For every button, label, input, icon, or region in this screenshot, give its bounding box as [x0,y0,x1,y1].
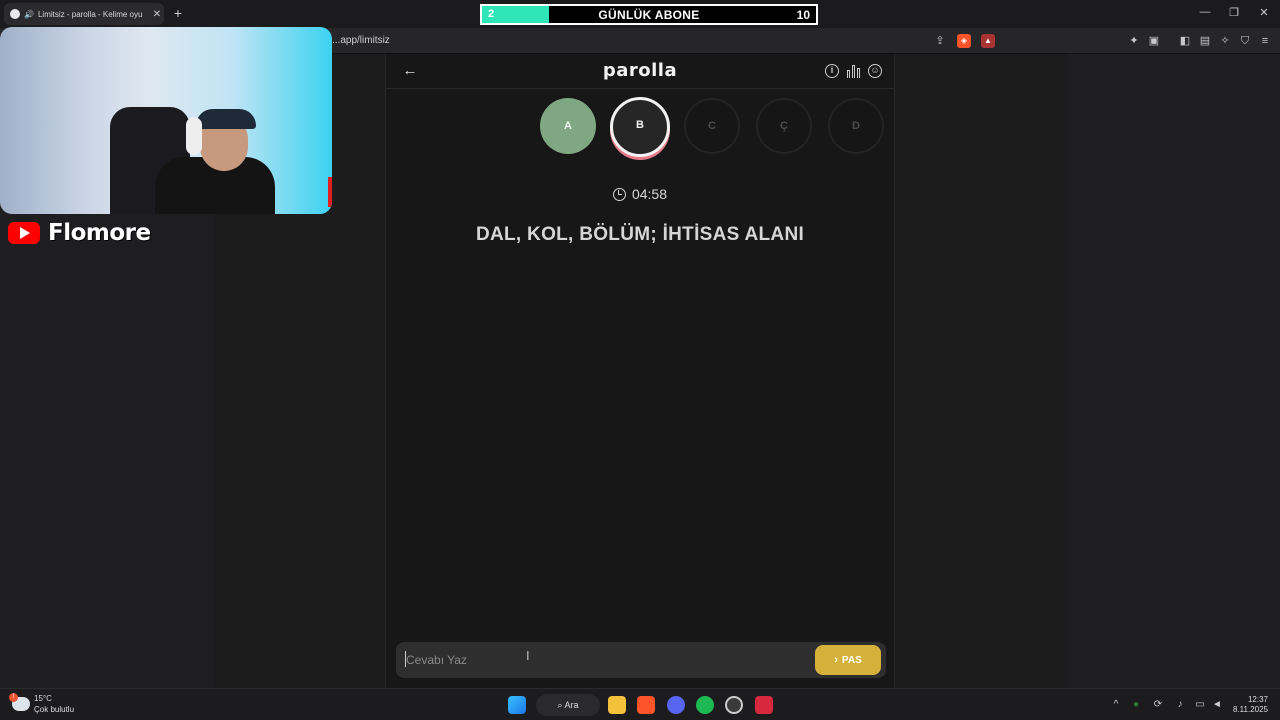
letter-active-circle: B [610,97,670,157]
app-icon[interactable] [755,696,773,714]
minimize-icon[interactable]: — [1197,6,1213,18]
channel-name: Flomore [48,220,151,246]
parolla-app: ← parolla i ☺ ABCÇD 04:58 DAL, KOL, BÖLÜ… [385,54,895,688]
stats-icon[interactable] [847,64,861,78]
background-light [328,177,332,207]
answer-input[interactable] [406,650,806,670]
microphone-icon[interactable]: ♪ [1174,699,1186,711]
letter-pending-circle: Ç [756,98,812,154]
volume-icon[interactable]: ◄ [1211,699,1223,711]
subscriber-label: GÜNLÜK ABONE [598,8,700,22]
spotify-icon[interactable] [696,696,714,714]
weather-widget[interactable]: ! 15°C Çok bulutlu [9,693,75,715]
chevron-right-icon: › [834,654,838,666]
search-label: Ara [564,700,579,710]
subscriber-goal-bar: 2 GÜNLÜK ABONE 10 [480,4,818,25]
vpn-icon[interactable]: ⛉ [1238,34,1252,48]
time: 12:37 [1247,695,1268,704]
taskbar-search[interactable]: ⌕ Ara [536,694,600,716]
headset [186,117,202,155]
app-title: parolla [602,60,678,81]
file-explorer-icon[interactable] [608,696,626,714]
brave-rewards-icon[interactable]: ▲ [981,34,995,48]
browser-tab-bar: 🔊 Limitsiz - parolla - Kelime oyu ✕ + 2 … [0,0,1280,28]
close-window-icon[interactable]: ✕ [1256,6,1272,19]
pass-label: PAS [841,655,862,666]
letter-done-circle: A [540,98,596,154]
discord-icon[interactable] [667,696,685,714]
timer-value: 04:58 [631,186,668,202]
streamer-cap [196,109,256,129]
leo-ai-icon[interactable]: ✧ [1218,34,1232,48]
pass-button[interactable]: › PAS [815,645,881,675]
tab-title: Limitsiz - parolla - Kelime oyu [37,9,143,19]
subscriber-goal: 10 [796,8,810,22]
tray-app-icon[interactable]: ● [1130,699,1142,711]
cloud-icon: ! [9,693,30,711]
extensions-icon[interactable]: ✦ [1127,34,1141,48]
profile-icon[interactable]: ☺ [868,64,882,78]
webcam-overlay [0,27,332,214]
brave-shields-icon[interactable]: ◈ [957,34,971,48]
answer-bar: ›PAS [396,642,886,678]
reading-list-icon[interactable]: ▣ [1147,34,1161,48]
question-text: DAL, KOL, BÖLÜM; İHTİSAS ALANI [475,224,805,245]
url-field[interactable]: ...app/limitsiz [332,35,390,46]
browser-tab[interactable]: 🔊 Limitsiz - parolla - Kelime oyu ✕ [4,3,164,25]
letter-pending-circle: D [828,98,884,154]
date: 8.11.2025 [1233,705,1268,714]
windows-start-icon[interactable] [508,696,526,714]
brave-browser-icon[interactable] [637,696,655,714]
app-header: ← parolla i ☺ [386,54,894,89]
clock[interactable]: 12:37 8.11.2025 [1226,695,1268,715]
wallet-icon[interactable]: ▤ [1198,34,1212,48]
page-right-margin [1068,54,1280,688]
temperature: 15°C [34,694,52,703]
restore-icon[interactable]: ❐ [1226,6,1242,19]
youtube-icon [8,222,40,244]
network-icon[interactable]: ▭ [1194,699,1206,711]
site-favicon-icon [10,9,20,19]
info-icon[interactable]: i [825,64,839,78]
timer: 04:58 [386,186,894,202]
close-tab-icon[interactable]: ✕ [150,9,164,20]
menu-icon[interactable]: ≡ [1258,34,1272,48]
weather-alert-badge: ! [9,693,18,702]
share-icon[interactable]: ⇪ [933,34,947,48]
obs-icon[interactable] [725,696,743,714]
weather-desc: Çok bulutlu [34,705,75,714]
letter-pending-circle: C [684,98,740,154]
speaker-icon[interactable]: 🔊 [24,10,34,19]
new-tab-button[interactable]: + [170,5,186,21]
sync-icon[interactable]: ⟳ [1152,699,1164,711]
sidebar-icon[interactable]: ◧ [1178,34,1192,48]
chevron-up-icon[interactable]: ^ [1110,699,1122,711]
mouse-cursor-icon: I [526,648,530,663]
channel-brand: Flomore [8,220,151,246]
clock-icon [612,188,626,201]
windows-taskbar: ! 15°C Çok bulutlu ⌕ Ara ^ ● ⟳ ♪ ▭ ◄ 12:… [0,688,1280,720]
